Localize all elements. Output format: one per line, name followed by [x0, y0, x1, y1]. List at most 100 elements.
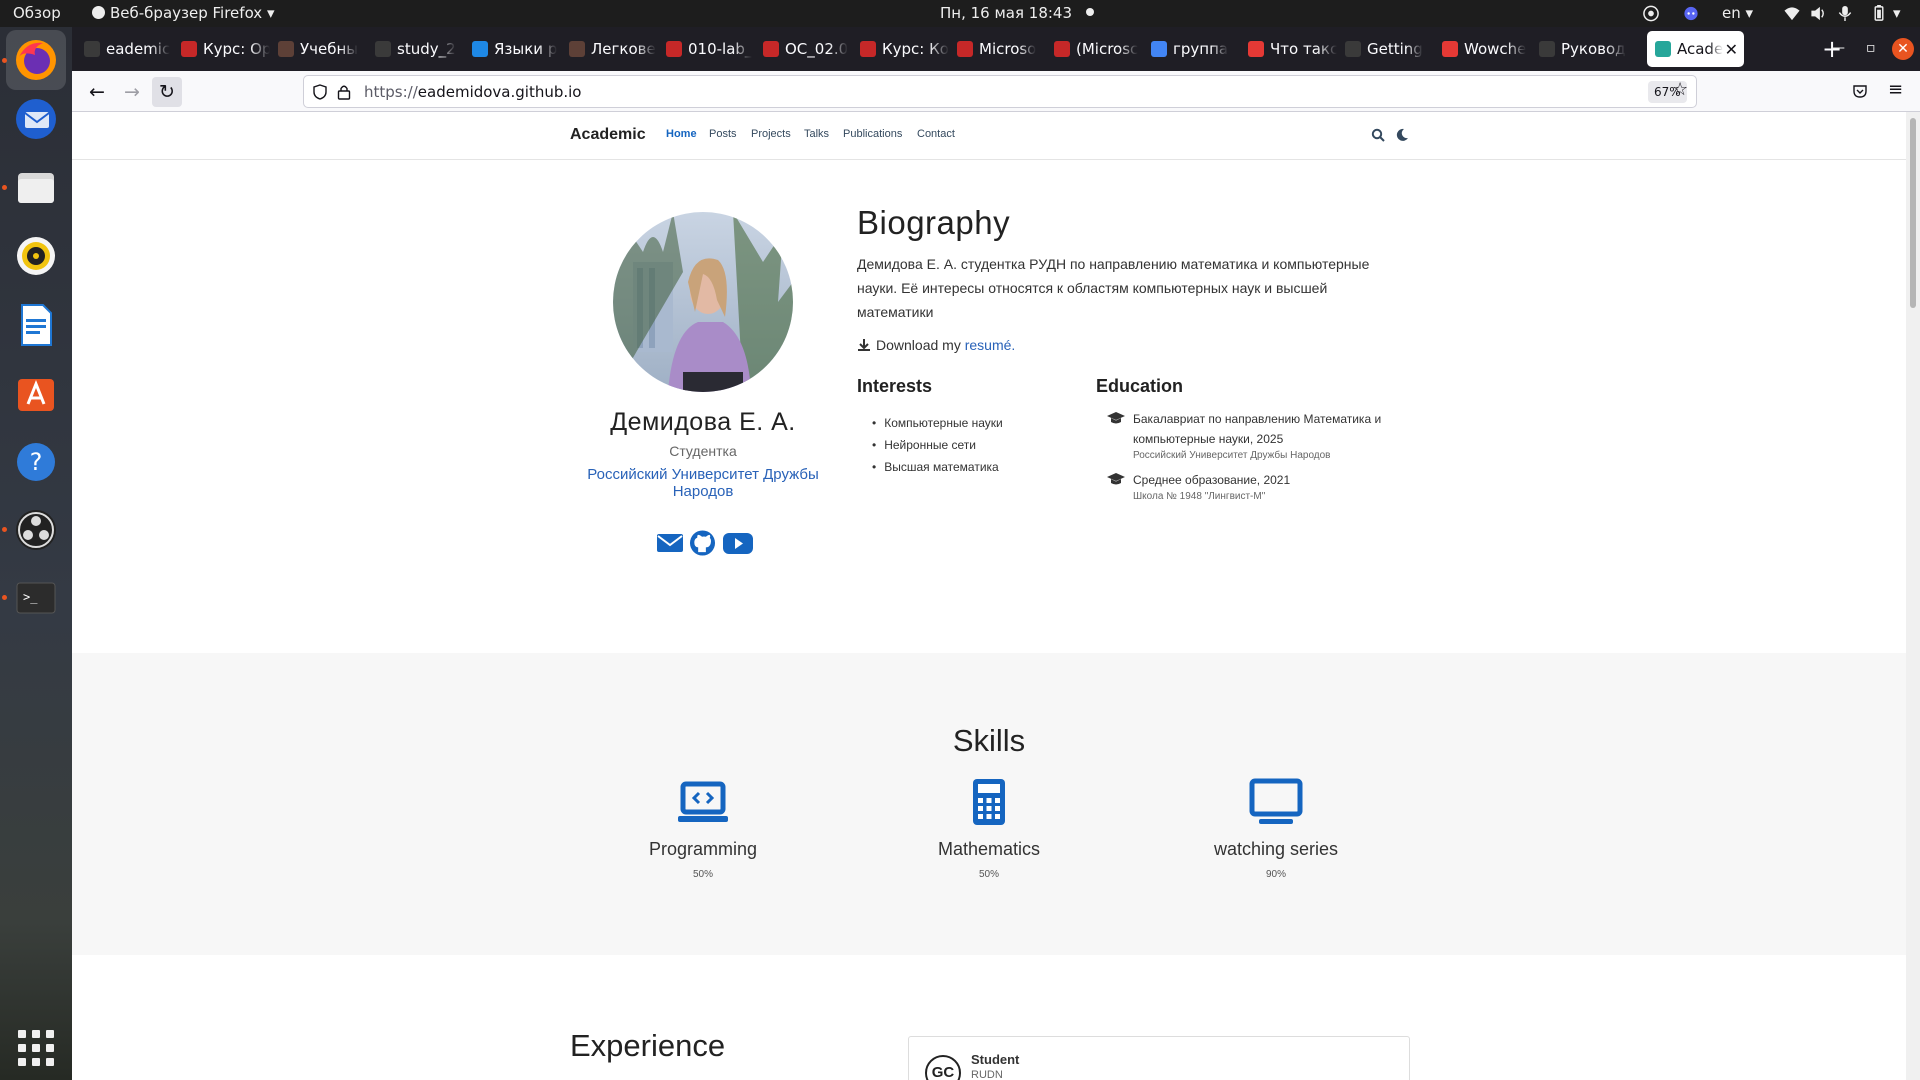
resume-link[interactable]: resumé.: [965, 337, 1016, 353]
back-icon[interactable]: ←: [82, 77, 112, 107]
browser-tab[interactable]: Языки р: [464, 27, 561, 71]
skill-name: Programming: [648, 839, 758, 859]
skill-name: Mathematics: [937, 839, 1041, 859]
browser-tab[interactable]: Курс: Ор: [173, 27, 270, 71]
github-icon[interactable]: [689, 530, 716, 556]
obs-icon: [16, 510, 56, 550]
browser-tab[interactable]: ОС_02.0: [755, 27, 852, 71]
browser-tab[interactable]: Microsо: [949, 27, 1046, 71]
system-menu-caret-icon[interactable]: ▾: [1893, 4, 1901, 23]
pocket-icon[interactable]: [1852, 83, 1868, 99]
activities-button[interactable]: Обзор: [13, 4, 61, 23]
nav-talks[interactable]: Talks: [804, 128, 829, 140]
experience-heading: Experience: [570, 1028, 726, 1063]
minimize-icon[interactable]: —: [1831, 40, 1845, 56]
browser-tab[interactable]: (Microsc: [1046, 27, 1143, 71]
microphone-icon[interactable]: [1836, 5, 1854, 22]
firefox-small-icon: [92, 6, 105, 19]
browser-tab[interactable]: группа: [1143, 27, 1240, 71]
hamburger-menu-icon[interactable]: ≡: [1888, 79, 1903, 100]
tab-label: Microsо: [979, 40, 1037, 58]
discord-tray-icon[interactable]: [1682, 5, 1700, 22]
browser-tab[interactable]: study_2: [367, 27, 464, 71]
url-host: eademidova.github.io: [417, 83, 582, 101]
volume-icon[interactable]: [1809, 5, 1827, 22]
browser-tab-active[interactable]: Acade ✕: [1647, 31, 1744, 67]
skill-name: watching series: [1213, 839, 1339, 859]
tab-favicon-icon: [957, 41, 973, 57]
browser-tab[interactable]: Курс: Ко: [852, 27, 949, 71]
experience-card: GC Student RUDN: [908, 1036, 1410, 1080]
system-top-bar: Обзор Веб-браузер Firefox ▾ Пн, 16 мая 1…: [0, 0, 1920, 27]
tab-label: Языки р: [494, 40, 558, 58]
tab-favicon-icon: [1539, 41, 1555, 57]
tab-label: Курс: Ор: [203, 40, 270, 58]
dock-files[interactable]: [6, 158, 66, 218]
education-course: Бакалавриат по направлению Математика и …: [1133, 412, 1382, 446]
browser-tab[interactable]: Что такс: [1240, 27, 1337, 71]
education-item: Среднее образование, 2021 Школа № 1948 "…: [1107, 470, 1407, 504]
dock-terminal[interactable]: >_: [6, 568, 66, 628]
clock[interactable]: Пн, 16 мая 18:43: [940, 4, 1095, 23]
dock-rhythmbox[interactable]: [6, 226, 66, 286]
tab-favicon-icon: [860, 41, 876, 57]
youtube-icon[interactable]: [722, 530, 754, 556]
dark-mode-moon-icon[interactable]: [1395, 128, 1409, 142]
tab-favicon-icon: [1054, 41, 1070, 57]
close-window-icon[interactable]: ✕: [1892, 38, 1914, 60]
experience-role: Student: [971, 1052, 1020, 1067]
chrome-indicator-icon[interactable]: [1642, 5, 1660, 22]
browser-tab[interactable]: Легкове: [561, 27, 658, 71]
lock-icon[interactable]: [337, 84, 351, 100]
forward-icon[interactable]: →: [117, 77, 147, 107]
browser-tab[interactable]: Getting: [1337, 27, 1434, 71]
dock-software[interactable]: [6, 363, 66, 423]
browser-tab[interactable]: 010-lab_: [658, 27, 755, 71]
app-menu[interactable]: Веб-браузер Firefox ▾: [92, 4, 274, 23]
tab-label: study_2: [397, 40, 456, 58]
tab-favicon-icon: [1442, 41, 1458, 57]
terminal-icon: >_: [16, 582, 56, 614]
maximize-icon[interactable]: ▫: [1866, 40, 1876, 56]
svg-text:>_: >_: [23, 590, 38, 604]
browser-tab[interactable]: Руковод: [1531, 27, 1628, 71]
tab-label: Что такс: [1270, 40, 1337, 58]
reload-icon[interactable]: ↻: [152, 77, 182, 107]
dock-firefox[interactable]: [6, 30, 66, 90]
nav-projects[interactable]: Projects: [751, 128, 791, 140]
profile-organization[interactable]: Российский Университет Дружбы Народов: [572, 466, 834, 500]
bookmark-star-icon[interactable]: ☆: [1672, 79, 1688, 100]
dock-thunderbird[interactable]: [6, 89, 66, 149]
battery-icon[interactable]: [1870, 5, 1888, 22]
shield-icon[interactable]: [312, 84, 328, 100]
nav-publications[interactable]: Publications: [843, 128, 902, 140]
show-applications-icon[interactable]: [18, 1030, 54, 1066]
avatar: [613, 212, 793, 392]
search-icon[interactable]: [1371, 128, 1385, 142]
interests-heading: Interests: [857, 376, 933, 396]
dock-help[interactable]: ?: [6, 432, 66, 492]
nav-home[interactable]: Home: [666, 128, 697, 140]
site-brand[interactable]: Academic: [570, 126, 646, 144]
scrollbar-thumb[interactable]: [1910, 118, 1916, 308]
page-scrollbar[interactable]: [1906, 112, 1920, 1080]
email-icon[interactable]: [656, 530, 684, 556]
dock-obs[interactable]: [6, 500, 66, 560]
nav-posts[interactable]: Posts: [709, 128, 737, 140]
browser-tab[interactable]: Учебны: [270, 27, 367, 71]
graduation-cap-icon: [1107, 412, 1125, 424]
close-tab-icon[interactable]: ✕: [1725, 40, 1738, 59]
address-bar[interactable]: https://eademidova.github.io 67% ☆: [303, 75, 1697, 108]
biography-text: Демидова Е. А. студентка РУДН по направл…: [857, 256, 1370, 320]
skill-item: Mathematics 50%: [889, 778, 1089, 880]
notification-dot-icon: [1086, 8, 1095, 16]
tab-label: Acade: [1677, 40, 1724, 58]
dock-libreoffice-writer[interactable]: [6, 295, 66, 355]
browser-tab[interactable]: eademic: [76, 27, 173, 71]
browser-tab[interactable]: Wowche: [1434, 27, 1531, 71]
language-indicator[interactable]: en ▾: [1722, 4, 1753, 23]
tab-label: (Microsc: [1076, 40, 1139, 58]
tab-favicon-icon: [1655, 41, 1671, 57]
wifi-icon[interactable]: [1783, 5, 1801, 22]
nav-contact[interactable]: Contact: [917, 128, 955, 140]
